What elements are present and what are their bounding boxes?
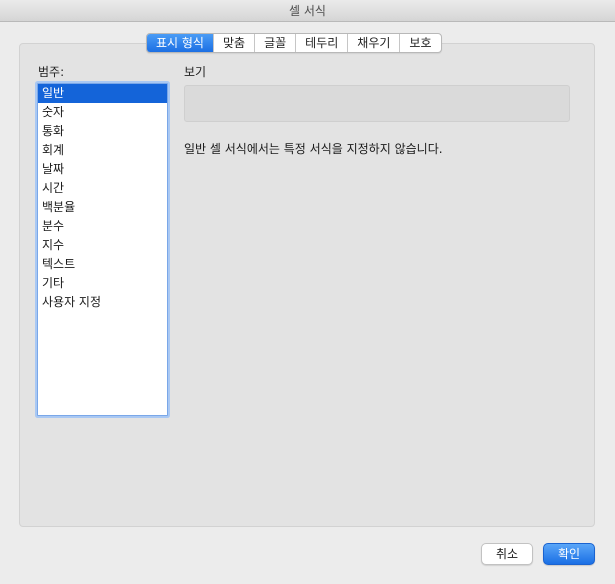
tab-alignment[interactable]: 맞춤: [212, 34, 254, 52]
cancel-button[interactable]: 취소: [481, 543, 533, 565]
tab-fill[interactable]: 채우기: [347, 34, 399, 52]
tab-bar: 표시 형식 맞춤 글꼴 테두리 채우기 보호: [146, 33, 442, 53]
category-item-percentage[interactable]: 백분율: [38, 198, 167, 217]
category-list[interactable]: 일반 숫자 통화 회계 날짜 시간 백분율 분수 지수 텍스트 기타 사용자 지…: [37, 83, 168, 416]
category-item-custom[interactable]: 사용자 지정: [38, 293, 167, 312]
window-title: 셀 서식: [0, 0, 615, 22]
tab-number-format[interactable]: 표시 형식: [147, 34, 213, 52]
category-item-time[interactable]: 시간: [38, 179, 167, 198]
tab-border[interactable]: 테두리: [295, 34, 347, 52]
category-item-special[interactable]: 기타: [38, 274, 167, 293]
category-item-date[interactable]: 날짜: [38, 160, 167, 179]
preview-box: [184, 85, 570, 122]
category-item-currency[interactable]: 통화: [38, 122, 167, 141]
format-cells-dialog: 셀 서식 표시 형식 맞춤 글꼴 테두리 채우기 보호 범주: 일반 숫자 통화…: [0, 0, 615, 584]
category-label: 범주:: [38, 65, 65, 79]
tab-protection[interactable]: 보호: [399, 34, 440, 52]
category-item-number[interactable]: 숫자: [38, 103, 167, 122]
tab-font[interactable]: 글꼴: [254, 34, 295, 52]
category-item-accounting[interactable]: 회계: [38, 141, 167, 160]
preview-label: 보기: [184, 65, 207, 79]
category-item-general[interactable]: 일반: [38, 84, 167, 103]
category-item-text[interactable]: 텍스트: [38, 255, 167, 274]
category-item-scientific[interactable]: 지수: [38, 236, 167, 255]
format-description: 일반 셀 서식에서는 특정 서식을 지정하지 않습니다.: [184, 142, 443, 156]
ok-button[interactable]: 확인: [543, 543, 595, 565]
category-item-fraction[interactable]: 분수: [38, 217, 167, 236]
